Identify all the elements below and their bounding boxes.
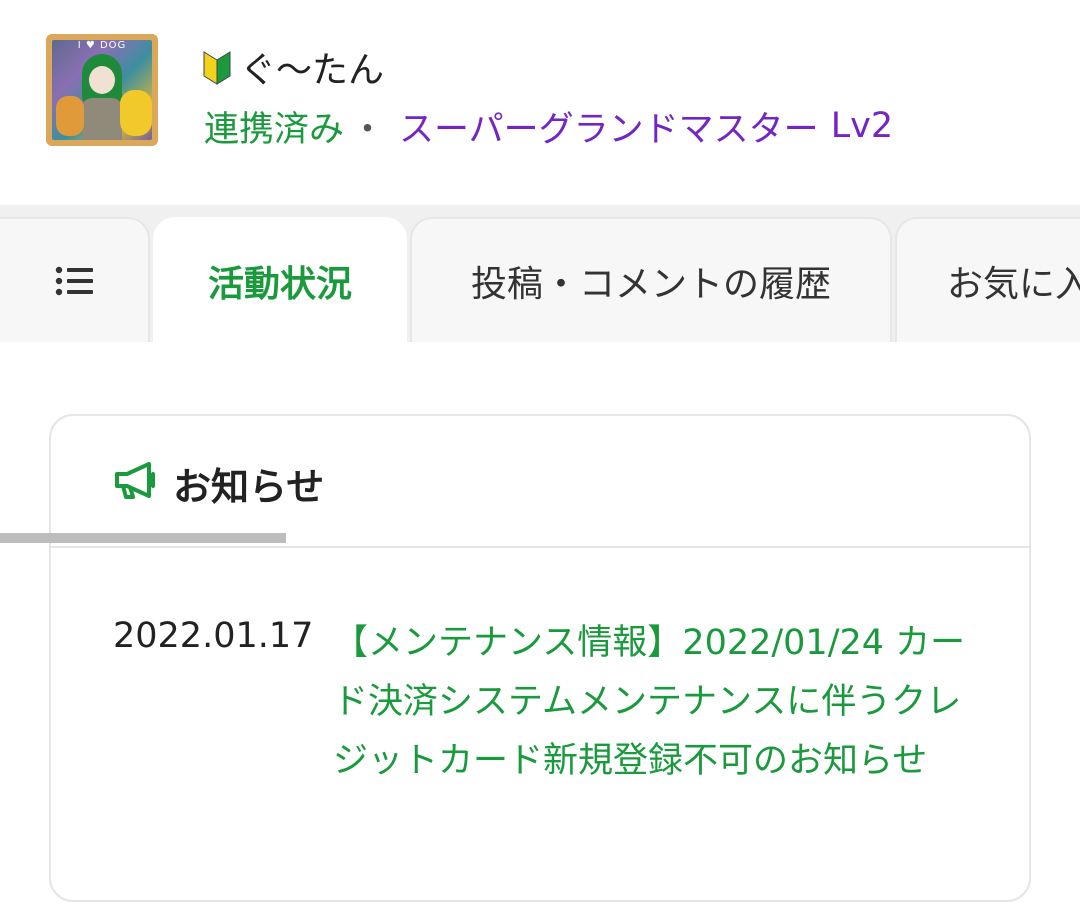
avatar[interactable]: I ♥ DOG [46,34,158,146]
notice-card: お知らせ 2022.01.17 【メンテナンス情報】2022/01/24 カード… [49,414,1031,902]
rank-title: スーパーグランドマスター [399,109,819,150]
level-badge: Lv2 [830,106,894,146]
tab-posts-comments[interactable]: 投稿・コメントの履歴 [410,217,892,342]
news-link[interactable]: 【メンテナンス情報】2022/01/24 カード決済システムメンテナンスに伴うク… [333,614,983,791]
news-date: 2022.01.17 [113,616,314,656]
tab-favorites[interactable]: お気に入 [895,217,1080,342]
beginner-mark-icon [203,51,231,85]
profile-header: I ♥ DOG ぐ〜たん 連携済み ・ スーパーグランドマスター Lv2 [0,0,1080,205]
megaphone-icon [115,462,155,499]
tab-menu[interactable] [0,217,150,342]
notice-title: お知らせ [173,465,325,509]
list-menu-icon [55,266,93,295]
tab-scroll-indicator [0,533,286,543]
tab-bar: 活動状況 投稿・コメントの履歴 お気に入 [0,205,1080,543]
separator: ・ [350,109,386,150]
tab-activity[interactable]: 活動状況 [153,217,407,342]
avatar-caption: I ♥ DOG [77,40,127,51]
linked-status: 連携済み [204,109,345,150]
name-row: ぐ〜たん [202,44,385,91]
main-content: お知らせ 2022.01.17 【メンテナンス情報】2022/01/24 カード… [0,342,1080,908]
avatar-image: I ♥ DOG [52,40,152,140]
status-row: 連携済み ・ スーパーグランドマスター Lv2 [204,102,893,150]
notice-card-header: お知らせ [51,416,1029,548]
username: ぐ〜たん [240,50,385,91]
